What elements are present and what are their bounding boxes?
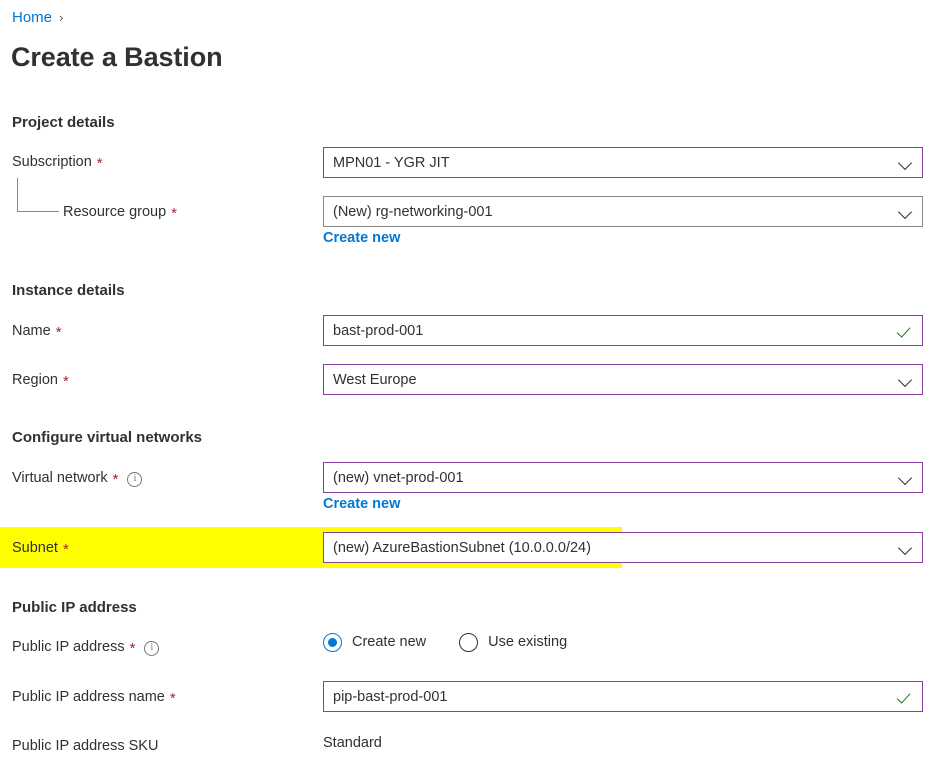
label-subscription: Subscription * (12, 152, 103, 172)
breadcrumb-chevron-right-icon: › (59, 10, 64, 25)
label-region-text: Region (12, 372, 58, 388)
chevron-down-icon[interactable] (892, 533, 922, 562)
label-public-ip-address-text: Public IP address (12, 639, 125, 655)
resource-group-tree-connector (17, 178, 59, 212)
public-ip-address-radio-group: Create new Use existing (323, 631, 567, 653)
label-virtual-network: Virtual network * (12, 468, 143, 488)
subscription-value: MPN01 - YGR JIT (333, 154, 450, 171)
required-asterisk: * (55, 324, 62, 341)
label-subnet: Subnet * (12, 538, 69, 558)
label-resource-group: Resource group * (63, 202, 177, 222)
subnet-dropdown[interactable]: (new) AzureBastionSubnet (10.0.0.0/24) (323, 532, 923, 563)
resource-group-value: (New) rg-networking-001 (333, 203, 493, 220)
label-virtual-network-text: Virtual network (12, 470, 108, 486)
section-heading-instance-details: Instance details (12, 282, 125, 299)
subnet-value: (new) AzureBastionSubnet (10.0.0.0/24) (333, 539, 591, 556)
radio-option-create-new-label: Create new (352, 634, 427, 650)
chevron-down-icon[interactable] (892, 148, 922, 177)
label-subnet-text: Subnet (12, 540, 58, 556)
radio-option-create-new[interactable]: Create new (323, 632, 427, 652)
region-dropdown[interactable]: West Europe (323, 364, 923, 395)
virtual-network-create-new-link[interactable]: Create new (323, 495, 400, 514)
chevron-down-icon[interactable] (892, 365, 922, 394)
resource-group-create-new-link[interactable]: Create new (323, 229, 400, 248)
page-title: Create a Bastion (11, 42, 223, 72)
required-asterisk: * (112, 471, 119, 488)
chevron-down-icon[interactable] (892, 463, 922, 492)
label-region: Region * (12, 370, 69, 390)
label-resource-group-text: Resource group (63, 204, 167, 220)
info-icon[interactable] (127, 471, 143, 487)
valid-check-icon (892, 682, 922, 711)
breadcrumb: Home › (12, 8, 63, 28)
label-subscription-text: Subscription (12, 154, 92, 170)
radio-option-use-existing[interactable]: Use existing (459, 632, 568, 652)
subscription-dropdown[interactable]: MPN01 - YGR JIT (323, 147, 923, 178)
label-public-ip-address-name: Public IP address name * (12, 687, 176, 707)
required-asterisk: * (62, 541, 69, 558)
radio-unselected-icon[interactable] (459, 632, 479, 652)
section-heading-project-details: Project details (12, 114, 115, 131)
public-ip-address-name-input[interactable]: pip-bast-prod-001 (323, 681, 923, 712)
label-public-ip-address-name-text: Public IP address name (12, 689, 165, 705)
valid-check-icon (892, 316, 922, 345)
public-ip-address-name-value: pip-bast-prod-001 (333, 688, 448, 705)
virtual-network-dropdown[interactable]: (new) vnet-prod-001 (323, 462, 923, 493)
required-asterisk: * (62, 373, 69, 390)
breadcrumb-home-link[interactable]: Home (12, 9, 52, 26)
resource-group-dropdown[interactable]: (New) rg-networking-001 (323, 196, 923, 227)
required-asterisk: * (169, 690, 176, 707)
radio-option-use-existing-label: Use existing (488, 634, 568, 650)
required-asterisk: * (171, 205, 178, 222)
public-ip-address-sku-value: Standard (323, 735, 382, 751)
chevron-down-icon[interactable] (892, 197, 922, 226)
name-input[interactable]: bast-prod-001 (323, 315, 923, 346)
create-bastion-page: Home › Create a Bastion Project details S… (0, 0, 932, 762)
section-heading-public-ip-address: Public IP address (12, 599, 137, 616)
required-asterisk: * (129, 640, 136, 657)
label-public-ip-address-sku: Public IP address SKU (12, 736, 158, 756)
region-value: West Europe (333, 371, 417, 388)
label-name: Name * (12, 321, 62, 341)
info-icon[interactable] (144, 640, 160, 656)
label-public-ip-address-sku-text: Public IP address SKU (12, 738, 159, 754)
virtual-network-value: (new) vnet-prod-001 (333, 469, 464, 486)
label-name-text: Name (12, 323, 51, 339)
section-heading-configure-virtual-networks: Configure virtual networks (12, 429, 203, 446)
required-asterisk: * (96, 155, 103, 172)
radio-selected-icon[interactable] (323, 632, 342, 652)
label-public-ip-address: Public IP address * (12, 637, 160, 657)
name-value: bast-prod-001 (333, 322, 424, 339)
